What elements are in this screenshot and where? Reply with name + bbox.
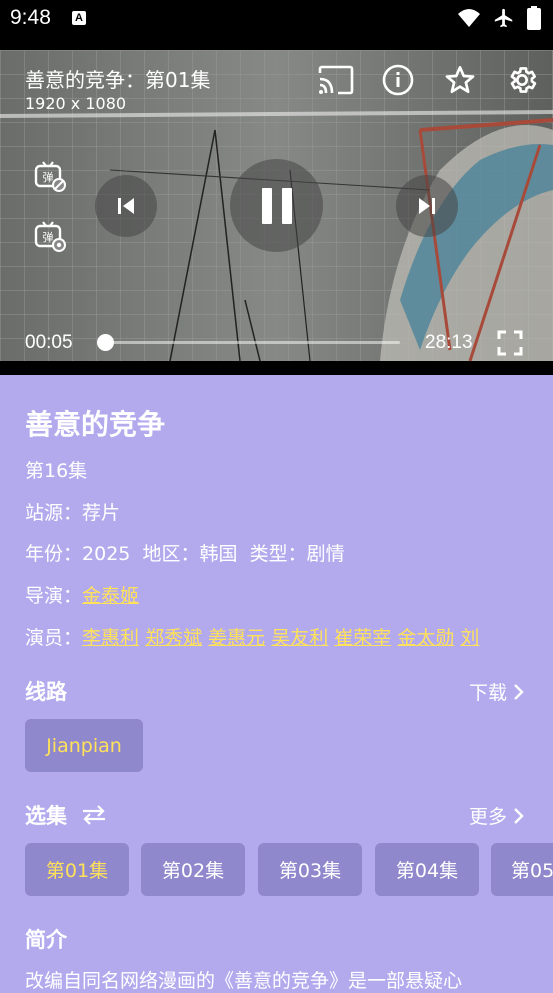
danmaku-off-icon: 弹 (34, 161, 66, 192)
airplane-icon (494, 8, 513, 28)
intro-text: 改编自同名网络漫画的《善意的竞争》是一部悬疑心 (25, 970, 463, 992)
meta-line: 年份：2025 地区：韩国 类型：剧情 (25, 539, 345, 566)
info-button[interactable] (367, 62, 429, 98)
total-time: 28:13 (425, 332, 473, 353)
director-label: 导演： (25, 585, 83, 607)
more-episodes-button[interactable]: 更多 (469, 802, 525, 829)
source-value: 荐片 (82, 502, 121, 524)
cast-label: 演员： (25, 627, 83, 649)
download-button[interactable]: 下载 (469, 678, 525, 705)
cast-link[interactable]: 李惠利 (82, 627, 139, 649)
episode-chip[interactable]: 第02集 (141, 843, 245, 896)
episode-chip[interactable]: 第01集 (25, 843, 129, 896)
episodes-title: 选集 (25, 804, 67, 828)
fullscreen-button[interactable] (497, 330, 523, 356)
chevron-right-icon (514, 807, 524, 824)
player-bottom-border (0, 361, 553, 375)
episodes-header: 选集 (25, 800, 107, 830)
svg-text:弹: 弹 (43, 170, 54, 184)
episode-count: 第16集 (25, 460, 88, 482)
status-icons (457, 6, 541, 30)
danmaku-settings-icon: 弹 (34, 221, 66, 252)
gear-icon (510, 67, 537, 93)
info-icon (382, 64, 414, 96)
cast-link[interactable]: 郑秀斌 (145, 627, 202, 649)
download-label: 下载 (468, 682, 507, 704)
sort-toggle-icon[interactable] (81, 804, 107, 826)
fullscreen-icon (497, 330, 523, 356)
favorite-button[interactable] (429, 62, 491, 98)
intro-title: 简介 (25, 928, 67, 952)
skip-previous-icon (118, 198, 134, 214)
type-value: 剧情 (306, 543, 345, 565)
cast-link[interactable]: 崔荣宰 (334, 627, 391, 649)
chevron-right-icon (514, 683, 524, 700)
episode-chip[interactable]: 第04集 (375, 843, 479, 896)
year-value: 2025 (82, 543, 131, 565)
episode-chip[interactable]: 第05集 (491, 843, 553, 896)
seek-bar[interactable] (96, 334, 400, 351)
player-title: 善意的竞争：第01集 (25, 68, 211, 92)
source-line: 站源：荐片 (25, 498, 120, 525)
cast-link[interactable]: 姜惠元 (208, 627, 265, 649)
route-chip[interactable]: Jianpian (25, 719, 143, 772)
episode-chip[interactable]: 第03集 (258, 843, 362, 896)
region-label: 地区： (142, 543, 200, 565)
cast-icon (318, 65, 354, 95)
director-link[interactable]: 金泰姬 (82, 585, 139, 607)
previous-button[interactable] (95, 175, 157, 237)
star-icon (445, 66, 475, 94)
skip-next-icon (419, 198, 435, 214)
cast-link[interactable]: 吴友利 (271, 627, 328, 649)
danmaku-settings-button[interactable]: 弹 (32, 218, 68, 254)
wifi-icon (458, 9, 480, 27)
seek-bar-thumb[interactable] (96, 334, 114, 351)
region-value: 韩国 (199, 543, 238, 565)
cast-link[interactable]: 刘 (460, 627, 479, 649)
notification-a-icon: A (72, 11, 86, 25)
more-label: 更多 (468, 806, 507, 828)
player-resolution: 1920 x 1080 (25, 94, 127, 113)
episode-chip-label: 第05集 (511, 860, 553, 882)
next-button[interactable] (396, 175, 458, 237)
type-label: 类型： (249, 543, 307, 565)
battery-icon (527, 6, 541, 30)
show-title: 善意的竞争 (25, 408, 166, 441)
source-label: 站源： (25, 502, 83, 524)
routes-title: 线路 (25, 680, 67, 704)
cast-button[interactable] (305, 62, 367, 98)
pause-button[interactable] (230, 159, 323, 252)
player-top-toolbar (305, 62, 553, 98)
pause-icon (261, 187, 292, 224)
year-label: 年份： (25, 543, 83, 565)
svg-text:弹: 弹 (43, 230, 54, 244)
danmaku-off-button[interactable]: 弹 (32, 158, 68, 194)
director-line: 导演：金泰姬 (25, 581, 139, 608)
status-time: 9:48 (10, 6, 51, 29)
current-time: 00:05 (25, 332, 73, 353)
status-bar: 9:48 A (0, 0, 553, 50)
cast-link[interactable]: 金太勋 (397, 627, 454, 649)
cast-line: 演员：李惠利 郑秀斌 姜惠元 吴友利 崔荣宰 金太勋 刘 (25, 623, 479, 650)
settings-button[interactable] (491, 62, 553, 98)
